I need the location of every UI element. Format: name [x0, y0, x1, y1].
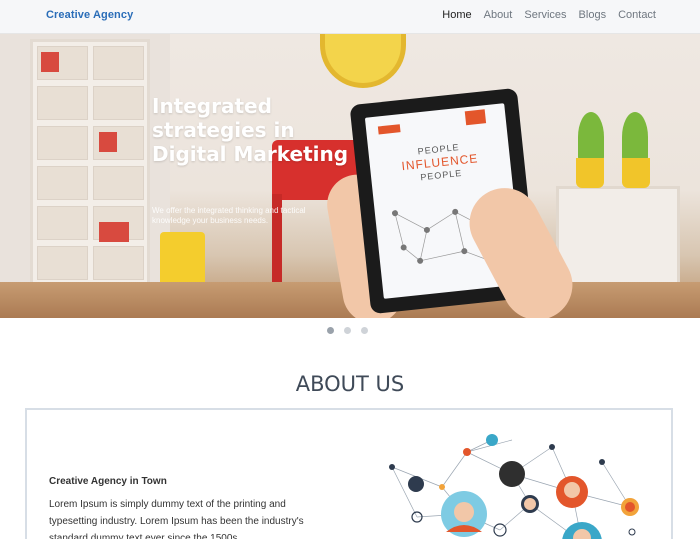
nav-menu: Home About Services Blogs Contact: [442, 9, 656, 21]
brand-logo[interactable]: Creative Agency: [46, 9, 133, 21]
navbar: Creative Agency Home About Services Blog…: [0, 0, 700, 34]
social-network-graphic: [389, 434, 639, 539]
nav-home-link[interactable]: Home: [442, 9, 471, 21]
nav-blogs-link[interactable]: Blogs: [579, 9, 607, 21]
nav-contact-link[interactable]: Contact: [618, 9, 656, 21]
hero-title: Integrated strategies in Digital Marketi…: [152, 94, 349, 166]
plant-image: [578, 112, 604, 162]
about-heading: Creative Agency in Town: [49, 476, 167, 487]
plant-image: [622, 112, 648, 162]
carousel-dot[interactable]: [361, 327, 368, 334]
wall-clock-image: [320, 34, 406, 88]
carousel-dot[interactable]: [327, 327, 334, 334]
screen-badge: [464, 109, 487, 126]
nav-about-link[interactable]: About: [484, 9, 513, 21]
screen-logo: [377, 124, 401, 135]
nav-services-link[interactable]: Services: [524, 9, 566, 21]
right-shelf-image: [556, 186, 680, 286]
about-card: Creative Agency in Town Lorem Ipsum is s…: [25, 408, 673, 539]
bookshelf-image: [30, 39, 150, 289]
about-body-text: Lorem Ipsum is simply dummy text of the …: [49, 499, 304, 539]
about-section-title: ABOUT US: [295, 372, 405, 396]
hero-slider[interactable]: PEOPLE INFLUENCE PEOPLE Integrated strat…: [0, 34, 700, 318]
hero-subtitle: We offer the integrated thinking and tac…: [152, 206, 306, 225]
carousel-dot[interactable]: [344, 327, 351, 334]
plant-pot: [622, 158, 650, 188]
carousel-indicators: [327, 327, 368, 334]
plant-pot: [576, 158, 604, 188]
